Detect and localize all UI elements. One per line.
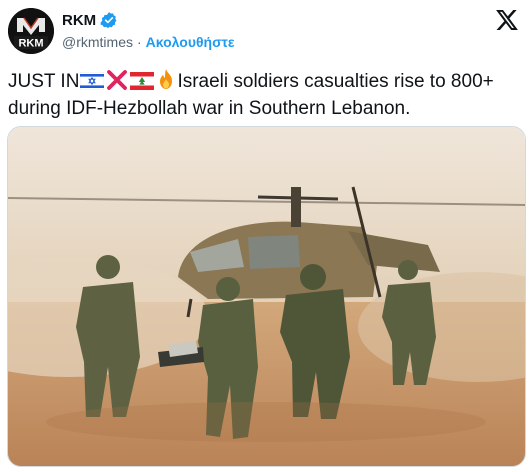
israel-flag-icon: [80, 71, 105, 97]
follow-button[interactable]: Ακολουθήστε: [146, 34, 235, 50]
tweet-card: RKM RKM @rkmtimes · Ακολουθήστε JUST IN I…: [0, 0, 532, 472]
handle[interactable]: @rkmtimes: [62, 34, 133, 50]
handle-row: @rkmtimes · Ακολουθήστε: [62, 34, 235, 50]
separator: ·: [136, 34, 142, 50]
tweet-text-lead: JUST IN: [8, 71, 80, 92]
lebanon-flag-icon: [130, 72, 155, 97]
display-name[interactable]: RKM: [62, 12, 96, 29]
avatar[interactable]: RKM: [8, 8, 54, 54]
tweet-text: JUST IN Israeli soldiers casualties rise …: [8, 68, 524, 121]
fire-icon: [156, 68, 176, 97]
photo-soldiers-helicopter: [8, 127, 525, 466]
tweet-photo[interactable]: [7, 126, 526, 467]
x-logo-icon[interactable]: [496, 10, 518, 30]
verified-badge-icon: [100, 11, 118, 29]
name-row: RKM: [62, 10, 118, 30]
cross-mark-icon: [106, 70, 128, 97]
avatar-text: RKM: [18, 38, 43, 50]
avatar-logo-icon: RKM: [8, 8, 54, 54]
